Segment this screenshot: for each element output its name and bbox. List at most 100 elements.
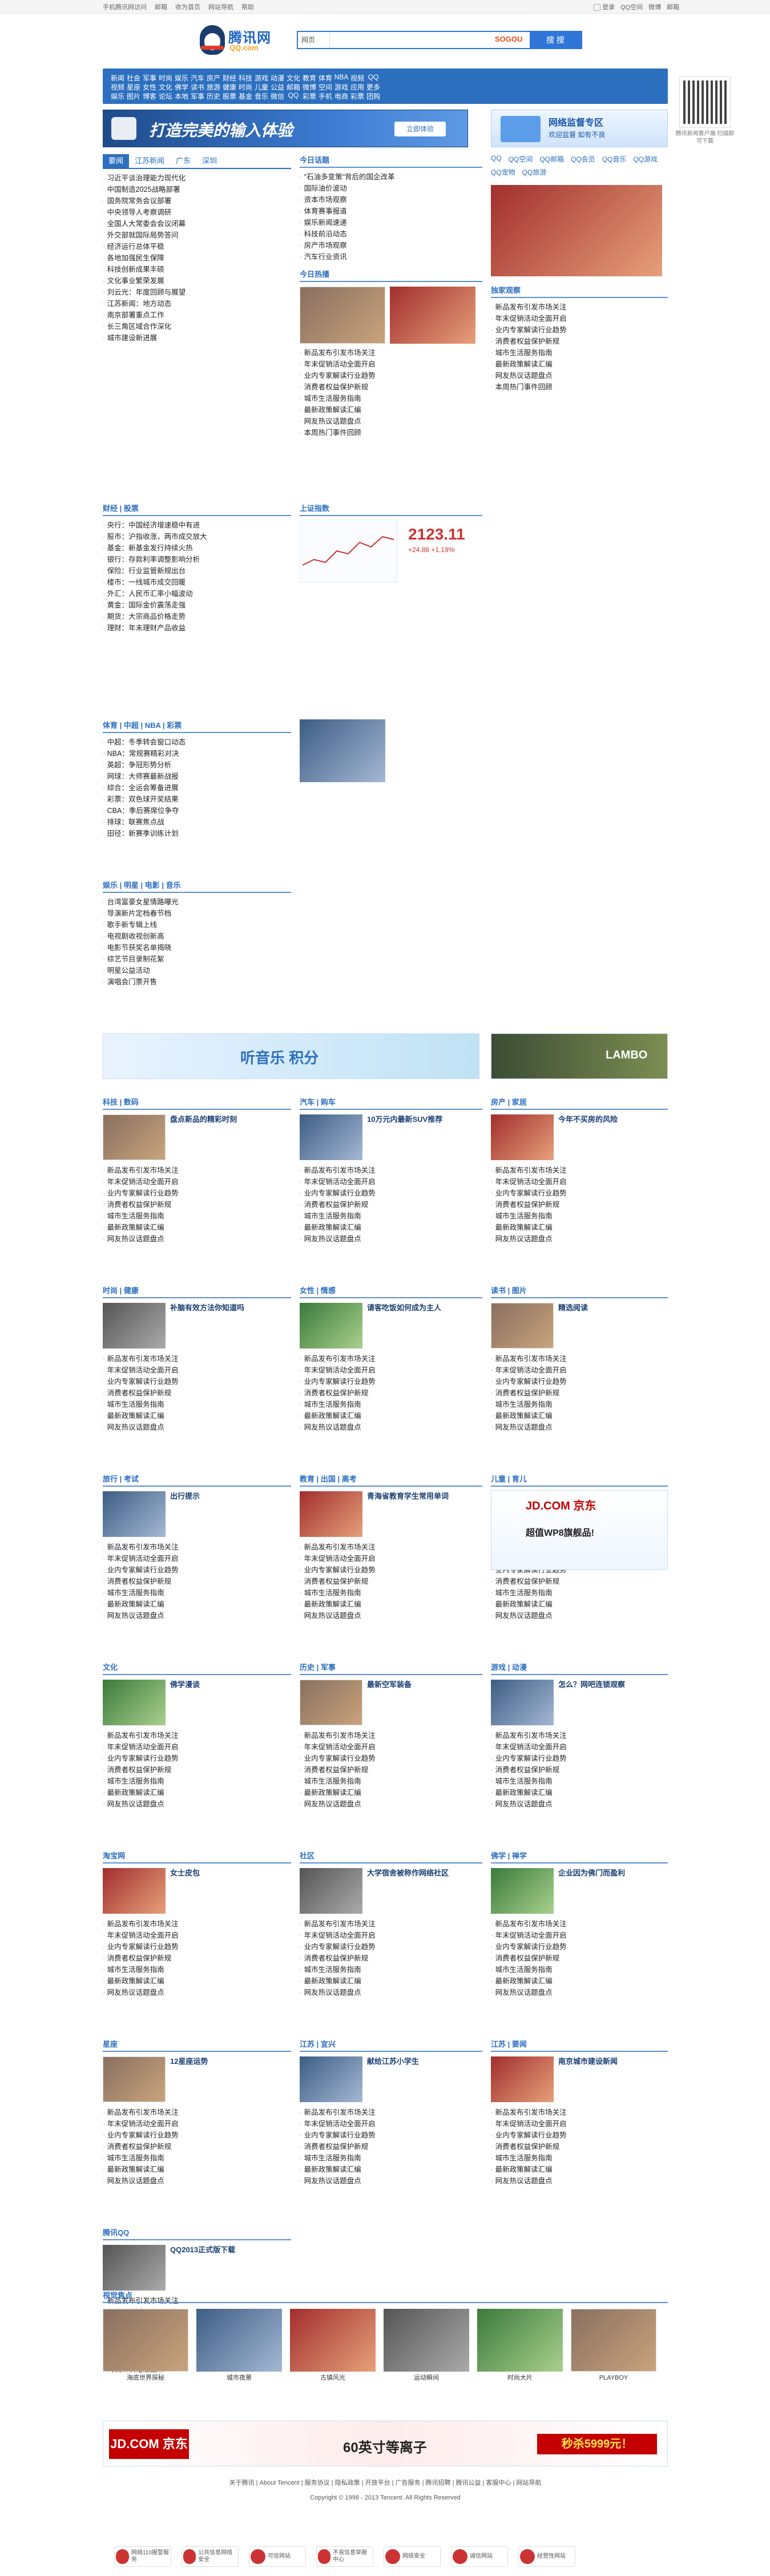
nav-item[interactable]: 佛学 — [174, 82, 190, 92]
section-headline[interactable]: 请客吃饭如何成为主人 — [367, 1303, 441, 1349]
list-item[interactable]: 消费者权益保护新规 — [300, 2141, 482, 2152]
list-item[interactable]: 年末促销活动全面开启 — [491, 1365, 668, 1376]
list-item[interactable]: 网友热议话题盘点 — [300, 2175, 482, 2187]
list-item[interactable]: 业内专家解读行业趋势 — [491, 1376, 668, 1387]
list-item[interactable]: 新品发布引发市场关注 — [103, 1918, 291, 1930]
trust-badge[interactable]: 网络110报警服务 — [114, 2546, 171, 2567]
car-ad[interactable]: LAMBO — [491, 1033, 668, 1079]
tab-guangdong[interactable]: 广东 — [170, 154, 196, 168]
list-item[interactable]: CBA：季后赛席位争夺 — [103, 805, 291, 816]
list-item[interactable]: 房产市场观察 — [300, 240, 482, 251]
nav-item[interactable]: 星座 — [126, 82, 142, 92]
service-link[interactable]: QQ邮箱 — [539, 154, 564, 164]
list-item[interactable]: 央行：中国经济增速稳中有进 — [103, 520, 291, 531]
list-item[interactable]: 南京部署重点工作 — [103, 309, 291, 321]
nav-item[interactable]: 邮箱 — [285, 82, 301, 92]
list-item[interactable]: 最新政策解读汇编 — [300, 2164, 482, 2175]
list-item[interactable]: 文化事业繁荣发展 — [103, 275, 291, 287]
tencent-logo[interactable]: 腾讯网 QQ.com — [200, 25, 285, 59]
list-item[interactable]: 城市生活服务指南 — [491, 2152, 668, 2164]
nav-item[interactable]: 文化 — [285, 73, 301, 83]
list-item[interactable]: 城市生活服务指南 — [300, 393, 482, 404]
list-item[interactable]: 年末促销活动全面开启 — [491, 1176, 668, 1188]
list-item[interactable]: 业内专家解读行业趋势 — [300, 2130, 482, 2141]
section-thumb[interactable] — [103, 2056, 166, 2102]
list-item[interactable]: 业内专家解读行业趋势 — [491, 2130, 668, 2141]
list-item[interactable]: 城市建设新进展 — [103, 332, 291, 344]
section-headline[interactable]: 献给江苏小学生 — [367, 2056, 419, 2102]
list-item[interactable]: 城市生活服务指南 — [103, 1776, 291, 1787]
list-item[interactable]: 新品发布引发市场关注 — [300, 1730, 482, 1741]
list-item[interactable]: 城市生活服务指南 — [300, 1210, 482, 1222]
service-link[interactable]: QQ空间 — [509, 154, 533, 164]
list-item[interactable]: 网友热议话题盘点 — [103, 1610, 291, 1621]
list-item[interactable]: 保险：行业监管新规出台 — [103, 565, 291, 577]
list-item[interactable]: 彩票：双色球开奖结果 — [103, 794, 291, 805]
list-item[interactable]: 习近平谈治理能力现代化 — [103, 172, 291, 184]
list-item[interactable]: 年末促销活动全面开启 — [300, 1741, 482, 1753]
top-link[interactable]: 手机腾讯网访问 — [103, 2, 147, 11]
nav-item[interactable]: 电商 — [333, 91, 349, 101]
list-item[interactable]: 黄金：国际金价震荡走强 — [103, 599, 291, 611]
search-button[interactable]: 搜 搜 — [530, 32, 581, 48]
qzone-link[interactable]: QQ空间 — [620, 2, 643, 11]
list-item[interactable]: 消费者权益保护新规 — [103, 1576, 291, 1587]
service-link[interactable]: QQ旅游 — [522, 167, 547, 177]
list-item[interactable]: 消费者权益保护新规 — [491, 1953, 668, 1964]
list-item[interactable]: 网友热议话题盘点 — [103, 1987, 291, 1998]
list-item[interactable]: 长三角区域合作深化 — [103, 321, 291, 332]
list-item[interactable]: 消费者权益保护新规 — [300, 1387, 482, 1399]
section-thumb[interactable] — [103, 1491, 166, 1537]
nav-item[interactable]: 读书 — [190, 82, 205, 92]
nav-item[interactable]: 旅游 — [205, 82, 221, 92]
nav-item[interactable]: 时尚 — [158, 73, 174, 83]
list-item[interactable]: 刘云光：年度回顾与展望 — [103, 287, 291, 298]
nav-item[interactable]: 游戏 — [333, 82, 349, 92]
nav-item[interactable]: 视频 — [110, 82, 126, 92]
list-item[interactable]: 理财：年末理财产品收益 — [103, 622, 291, 634]
list-item[interactable]: 网友热议话题盘点 — [491, 370, 668, 381]
nav-item[interactable]: 彩票 — [301, 91, 317, 101]
list-item[interactable]: 网友热议话题盘点 — [491, 1610, 668, 1621]
nav-item[interactable]: QQ — [285, 91, 301, 101]
nav-item[interactable]: 军事 — [142, 73, 158, 83]
list-item[interactable]: 最新政策解读汇编 — [300, 404, 482, 416]
list-item[interactable]: 消费者权益保护新规 — [103, 1953, 291, 1964]
promo-banner[interactable]: 打造完美的输入体验 立即体验 — [103, 110, 468, 147]
list-item[interactable]: 消费者权益保护新规 — [300, 1764, 482, 1776]
list-item[interactable]: 最新政策解读汇编 — [103, 1599, 291, 1610]
list-item[interactable]: 资本市场观察 — [300, 194, 482, 206]
list-item[interactable]: 排球：联赛焦点战 — [103, 816, 291, 828]
list-item[interactable]: 年末促销活动全面开启 — [491, 1930, 668, 1941]
list-item[interactable]: 年末促销活动全面开启 — [300, 1176, 482, 1188]
list-item[interactable]: 消费者权益保护新规 — [491, 2141, 668, 2152]
list-item[interactable]: 最新政策解读汇编 — [300, 1222, 482, 1233]
nav-item[interactable]: 股票 — [221, 91, 237, 101]
nav-item[interactable]: 空间 — [317, 82, 333, 92]
photo-item[interactable]: 时尚大片 — [477, 2309, 563, 2382]
list-item[interactable]: 最新政策解读汇编 — [491, 1222, 668, 1233]
list-item[interactable]: 电影节获奖名单揭晓 — [103, 942, 291, 953]
list-item[interactable]: 业内专家解读行业趋势 — [103, 1188, 291, 1199]
nav-item[interactable]: 公益 — [269, 82, 285, 92]
list-item[interactable]: 网友热议话题盘点 — [300, 1233, 482, 1245]
section-thumb[interactable] — [491, 1114, 554, 1160]
list-item[interactable]: 业内专家解读行业趋势 — [103, 1753, 291, 1764]
list-item[interactable]: 年末促销活动全面开启 — [103, 1741, 291, 1753]
nav-item[interactable]: 微信 — [269, 91, 285, 101]
list-item[interactable]: 新品发布引发市场关注 — [300, 2107, 482, 2118]
list-item[interactable]: 消费者权益保护新规 — [491, 1764, 668, 1776]
trust-badge[interactable]: 网络安全 — [384, 2546, 441, 2567]
list-item[interactable]: 业内专家解读行业趋势 — [300, 1753, 482, 1764]
list-item[interactable]: 业内专家解读行业趋势 — [103, 1376, 291, 1387]
section-headline[interactable]: 企业因为佛门而盈利 — [558, 1868, 625, 1914]
list-item[interactable]: 消费者权益保护新规 — [103, 1199, 291, 1210]
section-headline[interactable]: 大学宿舍被称作网络社区 — [367, 1868, 449, 1914]
list-item[interactable]: 业内专家解读行业趋势 — [300, 1564, 482, 1576]
list-item[interactable]: 综合：全运会筹备进展 — [103, 782, 291, 794]
list-item[interactable]: 网友热议话题盘点 — [300, 1798, 482, 1810]
list-item[interactable]: 年末促销活动全面开启 — [103, 2118, 291, 2130]
list-item[interactable]: 年末促销活动全面开启 — [300, 2118, 482, 2130]
trust-badge[interactable]: 不良信息举报中心 — [316, 2546, 373, 2567]
list-item[interactable]: 业内专家解读行业趋势 — [491, 1941, 668, 1953]
